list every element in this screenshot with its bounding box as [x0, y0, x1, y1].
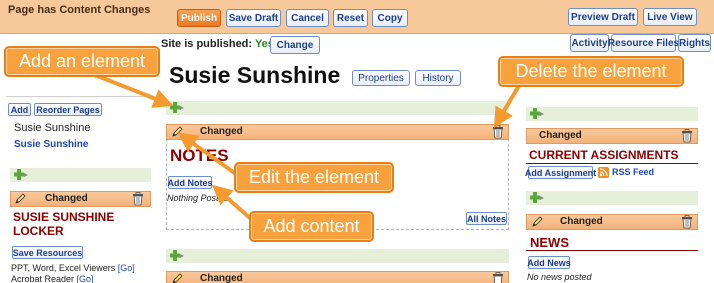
middle-add-element-row: [166, 101, 509, 115]
left-add-element-row: [10, 168, 151, 182]
copy-button[interactable]: Copy: [372, 9, 408, 27]
live-view-button[interactable]: Live View: [643, 8, 697, 26]
right-add-element-row: [526, 107, 698, 121]
assignments-element-header: Changed: [526, 128, 698, 144]
reorder-pages-button[interactable]: Reorder Pages: [34, 103, 102, 116]
trash-icon[interactable]: [492, 272, 504, 283]
callout-delete-element: Delete the element: [498, 56, 684, 87]
right-add-element-row-2: [526, 191, 698, 205]
publish-status-label: Site is published:: [161, 38, 253, 50]
callout-edit-element: Edit the element: [234, 162, 394, 193]
rights-button[interactable]: Rights: [678, 34, 711, 52]
page-heading: Susie Sunshine: [169, 62, 341, 88]
acrobat-go-link[interactable]: [Go]: [77, 274, 94, 283]
add-element-icon[interactable]: [170, 250, 186, 262]
callout-add-content: Add content: [249, 211, 374, 242]
acrobat-line: Acrobat Reader [Go]: [11, 274, 94, 283]
callout-add-element-text: Add an element: [18, 51, 146, 71]
no-news-text: No news posted: [527, 272, 592, 282]
publish-status: Site is published: Yes: [161, 38, 274, 50]
arrow-add-element: [94, 73, 174, 108]
middle-element2-header: Changed: [166, 271, 509, 283]
left-element-status: Changed: [45, 193, 88, 204]
assignments-element-status: Changed: [539, 130, 582, 141]
add-news-button[interactable]: Add News: [527, 256, 571, 269]
properties-button[interactable]: Properties: [352, 70, 410, 86]
resource-files-button[interactable]: Resource Files: [608, 34, 679, 52]
rss-feed-link[interactable]: RSS Feed: [612, 167, 654, 177]
pencil-icon[interactable]: [531, 215, 544, 228]
middle-add-element-row-2: [166, 249, 509, 263]
acrobat-line-text: Acrobat Reader: [11, 274, 77, 283]
assignments-rule: [526, 163, 698, 164]
viewer-line: PPT, Word, Excel Viewers [Go]: [11, 263, 135, 273]
preview-draft-button[interactable]: Preview Draft: [568, 8, 638, 26]
history-button[interactable]: History: [415, 70, 461, 86]
change-button[interactable]: Change: [270, 36, 320, 54]
save-draft-button[interactable]: Save Draft: [226, 9, 281, 27]
callout-edit-element-text: Edit the element: [248, 167, 380, 187]
left-divider: [6, 96, 151, 97]
trash-icon[interactable]: [132, 192, 144, 206]
notes-element-status: Changed: [200, 126, 243, 137]
callout-add-content-text: Add content: [263, 216, 360, 236]
add-page-button[interactable]: Add: [8, 103, 31, 116]
callout-delete-element-text: Delete the element: [515, 61, 667, 81]
current-page-name: Susie Sunshine: [14, 122, 91, 134]
middle-element2-status: Changed: [200, 273, 243, 283]
viewer-line-text: PPT, Word, Excel Viewers: [11, 263, 118, 273]
page-status-title: Page has Content Changes: [8, 4, 151, 16]
add-element-icon[interactable]: [14, 169, 30, 181]
activity-button[interactable]: Activity: [570, 34, 609, 52]
pencil-icon[interactable]: [171, 272, 184, 283]
nothing-posted-text: Nothing Posted: [167, 193, 229, 203]
trash-icon[interactable]: [681, 129, 693, 143]
left-element-header: Changed: [10, 191, 151, 207]
all-notes-button[interactable]: All Notes: [466, 212, 507, 225]
assignments-title: CURRENT ASSIGNMENTS: [529, 148, 679, 162]
viewer-go-link[interactable]: [Go]: [118, 263, 135, 273]
add-element-icon[interactable]: [530, 192, 546, 204]
pencil-icon[interactable]: [14, 192, 27, 205]
reset-button[interactable]: Reset: [333, 9, 368, 27]
add-element-icon[interactable]: [530, 108, 546, 120]
trash-icon[interactable]: [492, 125, 504, 139]
callout-add-element: Add an element: [4, 46, 160, 77]
rss-icon[interactable]: [598, 167, 609, 178]
left-element-title: SUSIE SUNSHINE LOCKER: [13, 210, 115, 238]
cancel-button[interactable]: Cancel: [286, 9, 329, 27]
notes-title: NOTES: [170, 146, 229, 165]
pencil-icon[interactable]: [171, 125, 184, 138]
news-title: NEWS: [530, 235, 569, 250]
notes-element-header: Changed: [166, 124, 509, 140]
news-element-header: Changed: [526, 214, 698, 230]
publish-button[interactable]: Publish: [177, 9, 221, 27]
news-rule: [526, 250, 698, 251]
page-link[interactable]: Susie Sunshine: [14, 139, 88, 150]
add-notes-button[interactable]: Add Notes: [168, 176, 213, 189]
trash-icon[interactable]: [681, 215, 693, 229]
save-resources-button[interactable]: Save Resources: [12, 246, 83, 259]
news-element-status: Changed: [560, 216, 603, 227]
add-element-icon[interactable]: [170, 102, 186, 114]
add-assignment-button[interactable]: Add Assignment: [525, 166, 596, 179]
